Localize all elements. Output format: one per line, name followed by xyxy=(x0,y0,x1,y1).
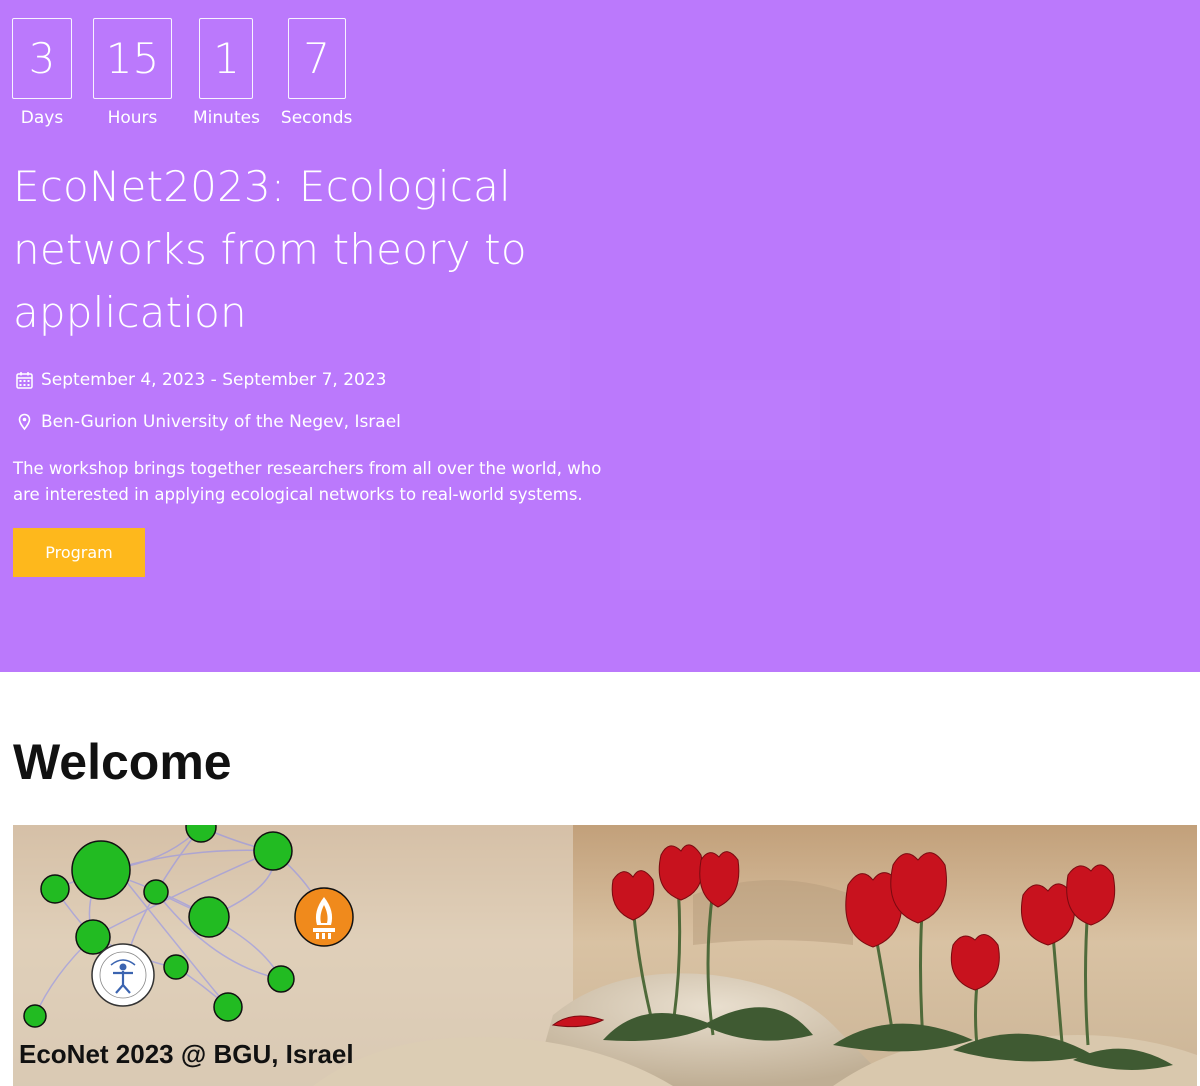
countdown-hours-value: 15 xyxy=(93,18,172,99)
countdown-days-label: Days xyxy=(20,108,64,128)
countdown-seconds: 7 Seconds xyxy=(281,18,352,128)
countdown-minutes: 1 Minutes xyxy=(193,18,260,128)
countdown-days: 3 Days xyxy=(12,18,72,128)
background-tile xyxy=(620,520,760,590)
countdown-seconds-value: 7 xyxy=(287,18,346,99)
countdown-seconds-label: Seconds xyxy=(280,108,353,128)
countdown-hours-label: Hours xyxy=(107,108,158,128)
event-title: EcoNet2023: Ecological networks from the… xyxy=(13,162,527,337)
event-description: The workshop brings together researchers… xyxy=(13,459,602,504)
banner-image: EcoNet 2023 @ BGU, Israel xyxy=(13,825,1197,1086)
welcome-banner: EcoNet 2023 @ BGU, Israel xyxy=(13,825,1197,1086)
welcome-heading: Welcome xyxy=(13,734,232,790)
event-location: Ben-Gurion University of the Negev, Isra… xyxy=(16,412,401,432)
background-tile xyxy=(700,380,820,460)
countdown-minutes-value: 1 xyxy=(199,18,254,99)
hero-section: 3 Days 15 Hours 1 Minutes 7 Seconds EcoN… xyxy=(0,0,1200,672)
isf-seal xyxy=(91,943,155,1007)
background-tile xyxy=(1050,420,1160,540)
countdown-timer: 3 Days 15 Hours 1 Minutes 7 Seconds xyxy=(12,18,373,128)
event-date-text: September 4, 2023 - September 7, 2023 xyxy=(41,370,387,390)
map-marker-icon xyxy=(18,413,31,431)
event-date: September 4, 2023 - September 7, 2023 xyxy=(16,370,386,390)
countdown-minutes-label: Minutes xyxy=(193,108,260,128)
countdown-days-value: 3 xyxy=(12,18,72,99)
bgu-logo xyxy=(294,887,354,947)
program-button[interactable]: Program xyxy=(13,528,145,577)
background-tile xyxy=(260,520,380,610)
event-location-text: Ben-Gurion University of the Negev, Isra… xyxy=(41,412,401,432)
banner-caption: EcoNet 2023 @ BGU, Israel xyxy=(19,1039,354,1069)
calendar-icon xyxy=(16,372,33,389)
countdown-hours: 15 Hours xyxy=(93,18,172,128)
background-tile xyxy=(900,240,1000,340)
